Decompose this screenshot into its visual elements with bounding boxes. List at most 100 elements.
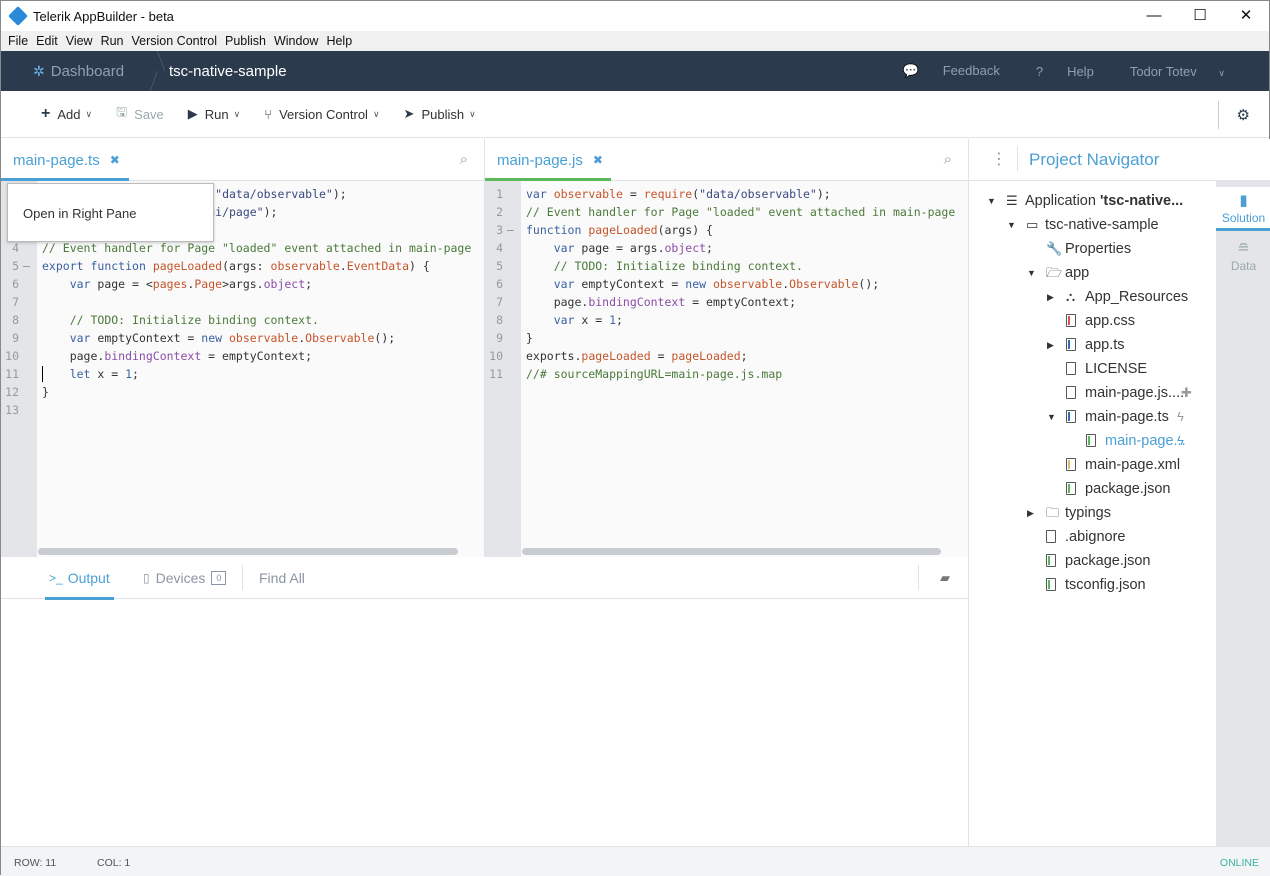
code-text: function pageLoaded(args) { (526, 223, 713, 237)
maximize-button[interactable]: ☐ (1177, 1, 1223, 31)
caret-right-icon[interactable]: ▶ (1047, 333, 1054, 357)
menu-run[interactable]: Run (101, 34, 124, 48)
version-control-button[interactable]: ⑂ Version Control ∨ (264, 107, 379, 122)
tree-item[interactable]: .abignore (969, 525, 1216, 549)
minimize-button[interactable]: — (1131, 1, 1177, 31)
dashboard-icon: ✲ (33, 62, 45, 79)
menu-file[interactable]: File (8, 34, 28, 48)
window-title: Telerik AppBuilder - beta (33, 8, 174, 24)
line-number: 3 (496, 223, 503, 237)
plus-icon: + (41, 105, 51, 122)
breadcrumb-dashboard[interactable]: ✲ Dashboard (1, 51, 153, 91)
plus-icon[interactable]: ✚ (1181, 381, 1192, 405)
tree-item[interactable]: ▼ ▭ tsc-native-sample (969, 213, 1216, 237)
close-button[interactable]: ✕ (1223, 1, 1269, 31)
code-line: 11 let x = 1; (1, 365, 484, 383)
close-tab-icon[interactable]: ✖ (593, 153, 603, 167)
tree-item[interactable]: main-page... ϟ (969, 429, 1216, 453)
line-number: 1 (496, 187, 503, 201)
search-icon[interactable]: ⌕ (460, 151, 468, 168)
code-line: 4 var page = args.object; (485, 239, 968, 257)
tree-item[interactable]: ▶ 🗀 typings (969, 501, 1216, 525)
bolt-icon[interactable]: ϟ (1177, 429, 1184, 453)
folder-icon: 🗀 (1046, 505, 1060, 520)
fold-toggle-icon[interactable]: — (23, 257, 30, 275)
caret-down-icon[interactable]: ▼ (1007, 213, 1016, 237)
user-menu[interactable]: Todor Totev ∨ (1112, 64, 1225, 79)
tab-main-page-js[interactable]: main-page.js ✖ (485, 139, 615, 181)
more-options-icon[interactable]: ⋮ (991, 149, 1007, 169)
tree-item[interactable]: LICENSE (969, 357, 1216, 381)
navigator-title: Project Navigator (1029, 150, 1160, 169)
code-line: 5 // TODO: Initialize binding context. (485, 257, 968, 275)
project-icon: ▭ (1026, 217, 1039, 232)
tree-item[interactable]: ▶ app.ts (969, 333, 1216, 357)
code-line: 3 — function pageLoaded(args) { (485, 221, 968, 239)
tree-item-label: package.json (1065, 553, 1151, 569)
gear-icon[interactable]: ⚙ (1237, 106, 1250, 124)
tree-item[interactable]: app.css (969, 309, 1216, 333)
tab-devices[interactable]: ▯ Devices 0 (143, 557, 227, 599)
side-tab-solution[interactable]: ▮ Solution (1216, 187, 1270, 231)
code-text: var emptyContext = new observable.Observ… (69, 331, 396, 345)
tree-item[interactable]: main-page.xml (969, 453, 1216, 477)
side-tab-data[interactable]: ≘ Data (1216, 235, 1270, 279)
run-button[interactable]: ▶ Run ∨ (188, 106, 240, 122)
tree-item[interactable]: tsconfig.json (969, 573, 1216, 597)
clear-output-eraser-icon[interactable]: ▰ (940, 570, 950, 586)
line-number: 4 (496, 241, 503, 255)
tree-item-label: app.css (1085, 313, 1135, 329)
horizontal-scrollbar[interactable] (522, 548, 941, 555)
close-tab-icon[interactable]: ✖ (110, 153, 120, 167)
caret-down-icon[interactable]: ▼ (987, 189, 996, 213)
search-icon[interactable]: ⌕ (944, 151, 952, 168)
line-number: 5 (12, 259, 19, 273)
file-icon (1046, 525, 1056, 551)
chevron-down-icon: ∨ (372, 108, 380, 119)
feedback-link[interactable]: 💬 Feedback (885, 63, 1000, 79)
tree-item[interactable]: 🔧 Properties (969, 237, 1216, 261)
tree-item-label: app (1065, 265, 1090, 281)
save-icon: 🖫 (116, 104, 128, 119)
tree-item[interactable]: ▼ ☰ Application 'tsc-native... (969, 189, 1216, 213)
tree-item-label: tsc-native-sample (1045, 217, 1159, 233)
breadcrumb-project[interactable]: tsc-native-sample (169, 63, 287, 80)
help-link[interactable]: ? Help (1018, 64, 1094, 79)
caret-down-icon[interactable]: ▼ (1047, 405, 1056, 429)
tree-item-label: typings (1065, 505, 1111, 521)
code-line: 2 // Event handler for Page "loaded" even… (485, 203, 968, 221)
tree-item[interactable]: package.json (969, 477, 1216, 501)
tab-main-page-ts[interactable]: main-page.ts ✖ (1, 139, 132, 181)
tab-output[interactable]: >_ Output (45, 557, 114, 600)
line-number: 10 (489, 349, 503, 363)
menu-view[interactable]: View (66, 34, 93, 48)
caret-right-icon[interactable]: ▶ (1047, 285, 1054, 309)
menu-bar: File Edit View Run Version Control Publi… (1, 31, 1269, 51)
code-line: 5 — export function pageLoaded(args: obser… (1, 257, 484, 275)
add-button[interactable]: + Add ∨ (41, 105, 92, 123)
tree-item[interactable]: ▼ main-page.ts ϟ (969, 405, 1216, 429)
code-editor-js[interactable]: 1 var observable = require("data/observab… (485, 181, 968, 557)
bolt-icon[interactable]: ϟ (1177, 405, 1184, 429)
menu-publish[interactable]: Publish (225, 34, 266, 48)
fold-toggle-icon[interactable]: — (507, 221, 514, 239)
tree-item[interactable]: main-page.js.... ✚ (969, 381, 1216, 405)
tree-item[interactable]: ▶ ⛬ App_Resources (969, 285, 1216, 309)
tab-find-all[interactable]: Find All (259, 557, 305, 599)
menu-version-control[interactable]: Version Control (132, 34, 217, 48)
tree-item[interactable]: ▼ 🗁 app (969, 261, 1216, 285)
menu-help[interactable]: Help (326, 34, 352, 48)
caret-down-icon[interactable]: ▼ (1027, 261, 1036, 285)
code-line: 10 exports.pageLoaded = pageLoaded; (485, 347, 968, 365)
menu-window[interactable]: Window (274, 34, 318, 48)
save-button[interactable]: 🖫 Save (116, 103, 164, 125)
menu-edit[interactable]: Edit (36, 34, 58, 48)
code-text: var observable = require("data/observabl… (526, 187, 831, 201)
code-text: var emptyContext = new observable.Observ… (553, 277, 880, 291)
menu-item-open-in-right-pane[interactable]: Open in Right Pane (23, 206, 136, 221)
caret-right-icon[interactable]: ▶ (1027, 501, 1034, 525)
horizontal-scrollbar[interactable] (38, 548, 458, 555)
publish-button[interactable]: ➤ Publish ∨ (404, 106, 476, 122)
tab-divider (242, 565, 243, 590)
tree-item[interactable]: package.json (969, 549, 1216, 573)
